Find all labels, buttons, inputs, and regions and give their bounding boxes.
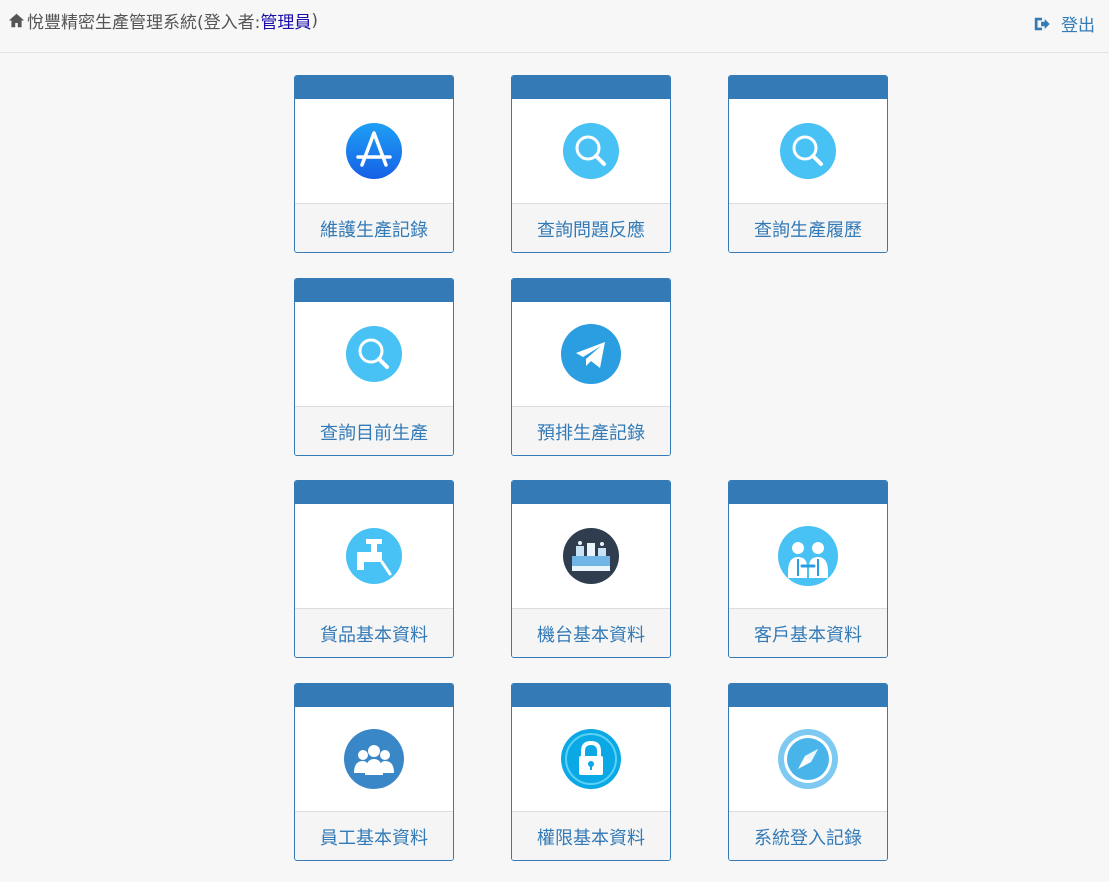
tile-label: 機台基本資料 [512, 608, 670, 657]
tile-header [512, 481, 670, 504]
tile-header [295, 76, 453, 99]
top-bar: 悅豐精密生產管理系統(登入者: 管理員) 登出 [0, 0, 1109, 53]
tile-label: 權限基本資料 [512, 811, 670, 860]
search-icon [346, 326, 402, 382]
logout-icon [1034, 17, 1050, 30]
tile-header [295, 481, 453, 504]
tile-label: 查詢問題反應 [512, 203, 670, 252]
home-icon [8, 13, 25, 28]
machine-icon [563, 528, 619, 584]
tile-header [295, 279, 453, 302]
tile-schedule-production-records[interactable]: 預排生產記錄 [511, 278, 671, 456]
tile-header [512, 684, 670, 707]
tile-machine-master-data[interactable]: 機台基本資料 [511, 480, 671, 658]
page-title: 悅豐精密生產管理系統(登入者: 管理員) [8, 8, 318, 33]
logout-button[interactable]: 登出 [1033, 11, 1095, 36]
tile-label: 維護生產記錄 [295, 203, 453, 252]
search-icon [563, 123, 619, 179]
tile-maintain-production-records[interactable]: 維護生產記錄 [294, 75, 454, 253]
tile-customer-master-data[interactable]: 客戶基本資料 [728, 480, 888, 658]
tile-permission-master-data[interactable]: 權限基本資料 [511, 683, 671, 861]
tile-header [729, 684, 887, 707]
tile-query-issue-feedback[interactable]: 查詢問題反應 [511, 75, 671, 253]
logged-in-user: 管理員 [260, 13, 312, 33]
tile-label: 系統登入記錄 [729, 811, 887, 860]
telegram-icon [561, 324, 621, 384]
tile-header [729, 76, 887, 99]
tile-employee-master-data[interactable]: 員工基本資料 [294, 683, 454, 861]
lock-icon [561, 729, 621, 789]
tile-label: 預排生產記錄 [512, 406, 670, 455]
handshake-icon [778, 526, 838, 586]
tile-label: 貨品基本資料 [295, 608, 453, 657]
title-text: 悅豐精密生產管理系統(登入者: [27, 13, 261, 33]
tile-label: 查詢生產履歷 [729, 203, 887, 252]
tile-label: 客戶基本資料 [729, 608, 887, 657]
title-close: ) [311, 10, 318, 31]
search-icon [780, 123, 836, 179]
app-store-icon [346, 123, 402, 179]
tile-system-login-records[interactable]: 系統登入記錄 [728, 683, 888, 861]
tile-header [512, 76, 670, 99]
tile-header [729, 481, 887, 504]
tile-label: 員工基本資料 [295, 811, 453, 860]
tile-query-current-production[interactable]: 查詢目前生產 [294, 278, 454, 456]
compass-icon [778, 729, 838, 789]
tile-header [512, 279, 670, 302]
tile-query-production-history[interactable]: 查詢生產履歷 [728, 75, 888, 253]
faucet-icon [346, 528, 402, 584]
logout-label: 登出 [1061, 16, 1095, 36]
people-icon [344, 729, 404, 789]
tile-label: 查詢目前生產 [295, 406, 453, 455]
tile-header [295, 684, 453, 707]
tile-product-master-data[interactable]: 貨品基本資料 [294, 480, 454, 658]
